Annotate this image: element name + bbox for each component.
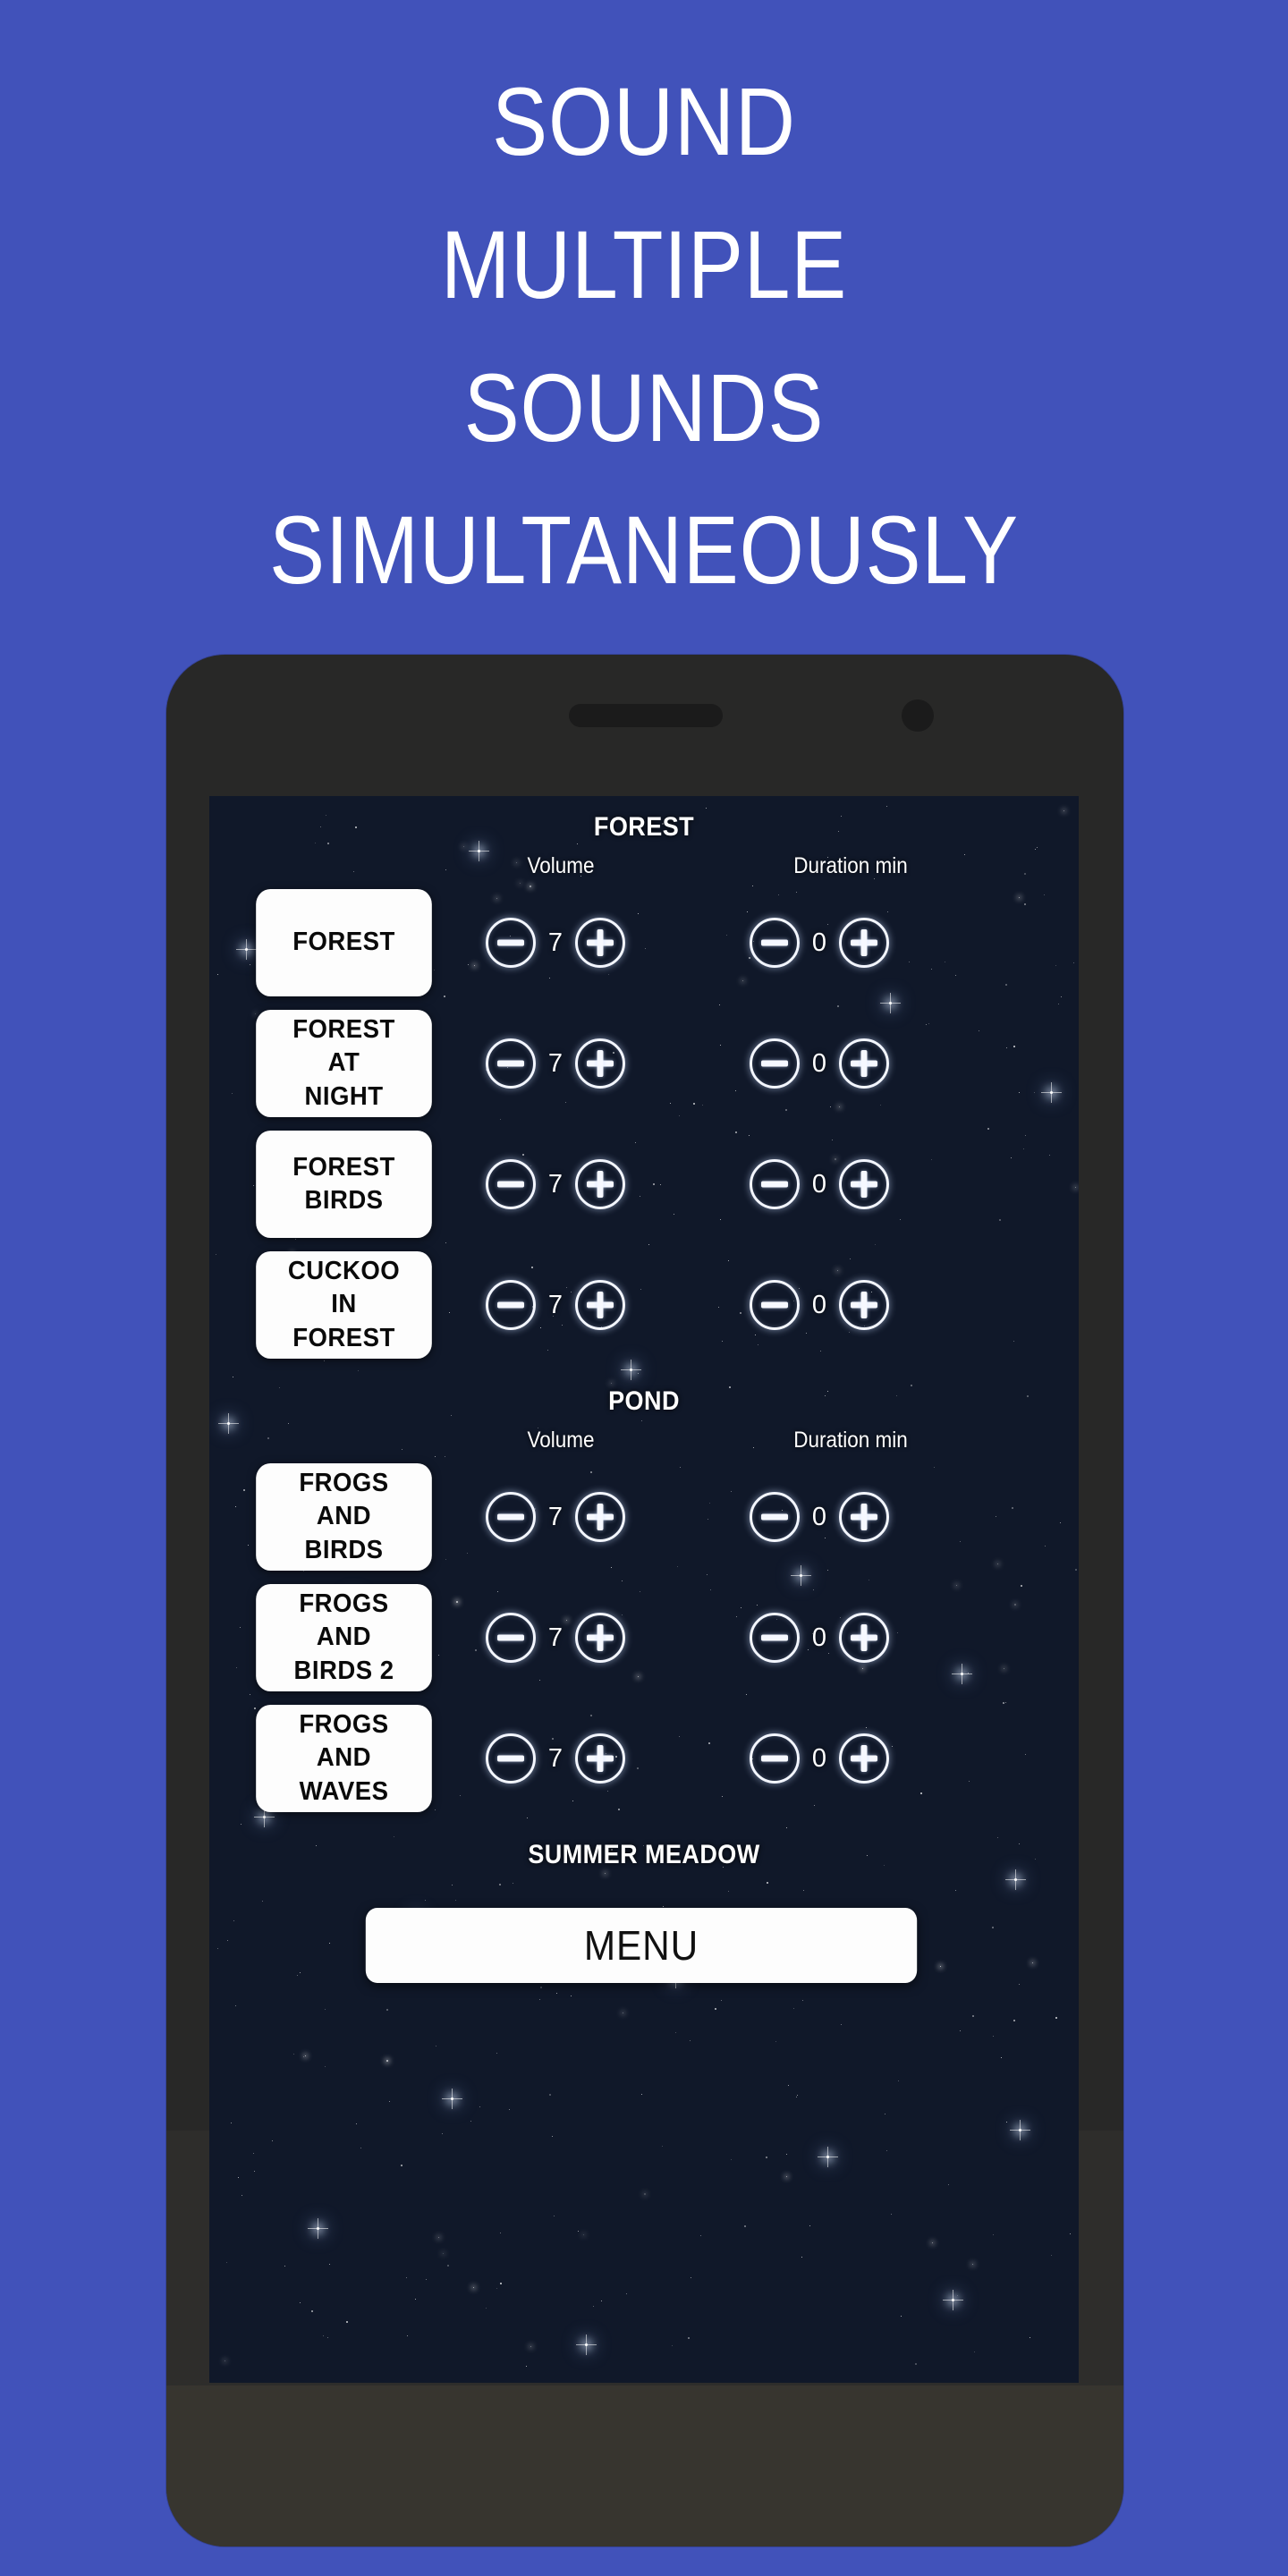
volume-plus-circle-icon[interactable] [575, 1280, 625, 1330]
menu-button[interactable]: MENU [365, 1908, 918, 1983]
volume-minus-circle-icon[interactable] [486, 1038, 536, 1089]
sound-button[interactable]: FROGS AND BIRDS 2 [256, 1584, 432, 1691]
duration-plus-circle-icon[interactable] [839, 1733, 889, 1784]
volume-value: 7 [547, 1743, 564, 1773]
app-screen: FOREST Volume Duration min FOREST 7 0 FOREST A… [209, 796, 1079, 2383]
volume-minus-circle-icon[interactable] [486, 1733, 536, 1784]
duration-plus-circle-icon[interactable] [839, 1492, 889, 1542]
duration-stepper: 0 [750, 1159, 889, 1209]
duration-value: 0 [811, 1502, 827, 1531]
duration-stepper: 0 [750, 1038, 889, 1089]
volume-minus-circle-icon[interactable] [486, 918, 536, 968]
volume-stepper: 7 [486, 1038, 625, 1089]
duration-column-label: Duration min [793, 853, 908, 878]
volume-stepper: 7 [486, 1280, 625, 1330]
duration-value: 0 [811, 1623, 827, 1652]
duration-value: 0 [811, 1048, 827, 1078]
volume-value: 7 [547, 928, 564, 957]
duration-stepper: 0 [750, 1613, 889, 1663]
duration-minus-circle-icon[interactable] [750, 1280, 800, 1330]
duration-minus-circle-icon[interactable] [750, 918, 800, 968]
duration-stepper: 0 [750, 1280, 889, 1330]
section-title: SUMMER MEADOW [528, 1840, 760, 1869]
duration-minus-circle-icon[interactable] [750, 1038, 800, 1089]
volume-minus-circle-icon[interactable] [486, 1492, 536, 1542]
volume-column-label: Volume [527, 1428, 595, 1453]
duration-plus-circle-icon[interactable] [839, 1159, 889, 1209]
volume-value: 7 [547, 1290, 564, 1319]
promo-background: SOUND MULTIPLE SOUNDS SIMULTANEOUSLY FOR… [0, 0, 1288, 2576]
volume-plus-circle-icon[interactable] [575, 1613, 625, 1663]
volume-minus-circle-icon[interactable] [486, 1613, 536, 1663]
sound-row: FOREST AT NIGHT 7 0 [209, 1010, 1079, 1117]
sound-button[interactable]: CUCKOO IN FOREST [256, 1251, 432, 1359]
column-labels: Volume Duration min [209, 1428, 1079, 1454]
duration-value: 0 [811, 1169, 827, 1199]
sound-row: FOREST 7 0 [209, 889, 1079, 996]
volume-stepper: 7 [486, 1492, 625, 1542]
duration-minus-circle-icon[interactable] [750, 1613, 800, 1663]
volume-minus-circle-icon[interactable] [486, 1280, 536, 1330]
speaker-grille-icon [569, 704, 723, 727]
duration-stepper: 0 [750, 1492, 889, 1542]
sound-row: CUCKOO IN FOREST 7 0 [209, 1251, 1079, 1359]
sound-row: FROGS AND BIRDS 2 7 0 [209, 1584, 1079, 1691]
duration-plus-circle-icon[interactable] [839, 918, 889, 968]
volume-stepper: 7 [486, 918, 625, 968]
sound-button[interactable]: FOREST [256, 889, 432, 996]
volume-stepper: 7 [486, 1159, 625, 1209]
duration-plus-circle-icon[interactable] [839, 1038, 889, 1089]
volume-value: 7 [547, 1048, 564, 1078]
duration-minus-circle-icon[interactable] [750, 1492, 800, 1542]
sound-button[interactable]: FROGS AND BIRDS [256, 1463, 432, 1571]
duration-value: 0 [811, 1743, 827, 1773]
duration-plus-circle-icon[interactable] [839, 1613, 889, 1663]
phone-chin [166, 2385, 1123, 2546]
volume-column-label: Volume [527, 853, 595, 878]
sound-button[interactable]: FOREST BIRDS [256, 1131, 432, 1238]
duration-stepper: 0 [750, 918, 889, 968]
app-content: FOREST Volume Duration min FOREST 7 0 FOREST A… [209, 796, 1079, 2383]
duration-column-label: Duration min [793, 1428, 908, 1453]
volume-value: 7 [547, 1169, 564, 1199]
front-camera-icon [902, 699, 934, 732]
volume-plus-circle-icon[interactable] [575, 1159, 625, 1209]
column-labels: Volume Duration min [209, 853, 1079, 880]
sound-row: FROGS AND WAVES 7 0 [209, 1705, 1079, 1812]
sound-button[interactable]: FOREST AT NIGHT [256, 1010, 432, 1117]
sound-row: FOREST BIRDS 7 0 [209, 1131, 1079, 1238]
volume-plus-circle-icon[interactable] [575, 1733, 625, 1784]
volume-stepper: 7 [486, 1613, 625, 1663]
sound-row: FROGS AND BIRDS 7 0 [209, 1463, 1079, 1571]
duration-minus-circle-icon[interactable] [750, 1159, 800, 1209]
volume-value: 7 [547, 1502, 564, 1531]
volume-value: 7 [547, 1623, 564, 1652]
volume-stepper: 7 [486, 1733, 625, 1784]
section-title: FOREST [593, 812, 695, 842]
duration-plus-circle-icon[interactable] [839, 1280, 889, 1330]
volume-plus-circle-icon[interactable] [575, 1038, 625, 1089]
duration-stepper: 0 [750, 1733, 889, 1784]
duration-value: 0 [811, 928, 827, 957]
volume-plus-circle-icon[interactable] [575, 1492, 625, 1542]
section-title: POND [608, 1386, 680, 1416]
sound-button[interactable]: FROGS AND WAVES [256, 1705, 432, 1812]
volume-plus-circle-icon[interactable] [575, 918, 625, 968]
duration-value: 0 [811, 1290, 827, 1319]
promo-headline: SOUND MULTIPLE SOUNDS SIMULTANEOUSLY [269, 67, 1019, 605]
volume-minus-circle-icon[interactable] [486, 1159, 536, 1209]
duration-minus-circle-icon[interactable] [750, 1733, 800, 1784]
